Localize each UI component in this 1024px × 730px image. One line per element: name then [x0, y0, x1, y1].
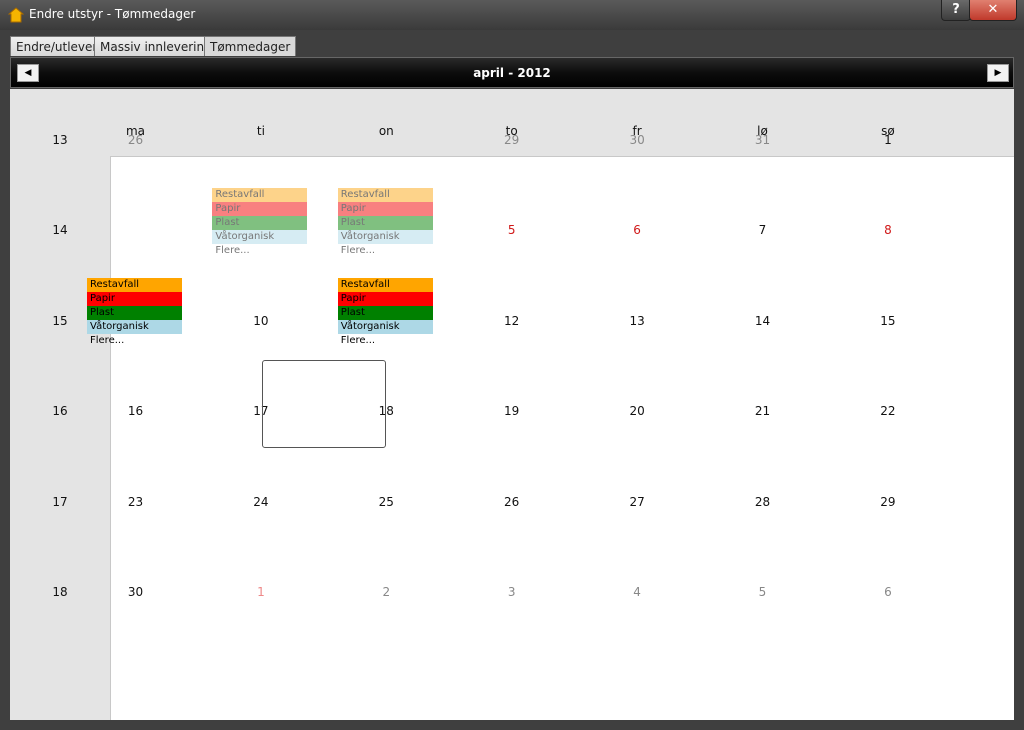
month-title: april - 2012: [473, 66, 551, 80]
day-cell[interactable]: 2: [324, 585, 449, 599]
event-papir[interactable]: Papir: [212, 202, 308, 216]
day-cell[interactable]: 25: [324, 495, 449, 509]
title-bar: Endre utstyr - Tømmedager ? ✕: [0, 0, 1024, 30]
calendar: mationtofrløsø 1326293031114356781591011…: [10, 89, 1014, 720]
day-cell[interactable]: 29: [449, 133, 574, 147]
event-plast[interactable]: Plast: [87, 306, 182, 320]
day-cell[interactable]: 12: [449, 314, 574, 328]
day-header: ti: [256, 124, 265, 138]
day-events[interactable]: Restavfall Papir Plast Våtorganisk Flere...: [87, 278, 182, 348]
day-cell[interactable]: 26: [73, 133, 198, 147]
event-papir[interactable]: Papir: [87, 292, 182, 306]
day-cell[interactable]: 20: [575, 404, 700, 418]
tab-endre-utlever[interactable]: Endre/utlever: [10, 36, 104, 56]
day-cell[interactable]: 1: [198, 585, 323, 599]
chevron-right-icon: ▶: [994, 68, 1002, 78]
day-cell[interactable]: 27: [575, 495, 700, 509]
help-button[interactable]: ?: [941, 0, 971, 21]
day-cell[interactable]: 1: [825, 133, 950, 147]
event-våtorganisk[interactable]: Våtorganisk: [212, 230, 308, 244]
event-våtorganisk[interactable]: Våtorganisk: [337, 320, 433, 334]
event-våtorganisk[interactable]: Våtorganisk: [87, 320, 182, 334]
day-cell[interactable]: 21: [700, 404, 825, 418]
day-cell[interactable]: 16: [73, 404, 198, 418]
day-cell[interactable]: 26: [449, 495, 574, 509]
day-cell[interactable]: 5: [700, 585, 825, 599]
window-title: Endre utstyr - Tømmedager: [29, 7, 196, 21]
day-cell[interactable]: 22: [825, 404, 950, 418]
day-cell[interactable]: 13: [575, 314, 700, 328]
event-våtorganisk[interactable]: Våtorganisk: [337, 230, 433, 244]
day-cell[interactable]: 14: [700, 314, 825, 328]
selected-day-highlight: [262, 360, 386, 448]
day-events[interactable]: Restavfall Papir Plast Våtorganisk Flere...: [337, 188, 433, 258]
event-restavfall[interactable]: Restavfall: [87, 278, 182, 292]
day-events[interactable]: Restavfall Papir Plast Våtorganisk Flere...: [212, 188, 308, 258]
day-cell[interactable]: 31: [700, 133, 825, 147]
event-restavfall[interactable]: Restavfall: [337, 278, 433, 292]
day-events[interactable]: Restavfall Papir Plast Våtorganisk Flere...: [337, 278, 433, 348]
day-cell[interactable]: 10: [198, 314, 323, 328]
day-cell[interactable]: 5: [449, 223, 574, 237]
day-cell[interactable]: 15: [825, 314, 950, 328]
day-cell[interactable]: 8: [825, 223, 950, 237]
window-bottom-border: [0, 720, 1024, 730]
day-cell[interactable]: 19: [449, 404, 574, 418]
more-events-link[interactable]: Flere...: [212, 244, 307, 258]
day-cell[interactable]: 6: [825, 585, 950, 599]
week-number: 14: [52, 223, 68, 238]
day-cell[interactable]: 3: [449, 585, 574, 599]
day-cell[interactable]: 7: [700, 223, 825, 237]
event-restavfall[interactable]: Restavfall: [337, 188, 433, 202]
day-cell[interactable]: 28: [700, 495, 825, 509]
day-cell[interactable]: 24: [198, 495, 323, 509]
event-plast[interactable]: Plast: [337, 306, 433, 320]
day-cell[interactable]: 6: [575, 223, 700, 237]
day-cell[interactable]: 30: [73, 585, 198, 599]
month-navigation: ◀ april - 2012 ▶: [10, 57, 1014, 88]
event-plast[interactable]: Plast: [337, 216, 433, 230]
day-cell[interactable]: 30: [575, 133, 700, 147]
event-plast[interactable]: Plast: [212, 216, 308, 230]
more-events-link[interactable]: Flere...: [338, 244, 433, 258]
event-restavfall[interactable]: Restavfall: [212, 188, 308, 202]
tab-massiv-innlevering[interactable]: Massiv innlevering: [94, 36, 218, 56]
event-papir[interactable]: Papir: [337, 202, 433, 216]
day-cell[interactable]: 23: [73, 495, 198, 509]
app-house-icon: [8, 7, 24, 23]
day-cell[interactable]: 4: [575, 585, 700, 599]
more-events-link[interactable]: Flere...: [87, 334, 182, 348]
day-cell[interactable]: 29: [825, 495, 950, 509]
close-button[interactable]: ✕: [969, 0, 1017, 21]
next-month-button[interactable]: ▶: [987, 64, 1009, 82]
more-events-link[interactable]: Flere...: [338, 334, 433, 348]
day-header: on: [378, 124, 394, 138]
event-papir[interactable]: Papir: [337, 292, 433, 306]
tab-tommedager[interactable]: Tømmedager: [204, 36, 297, 56]
